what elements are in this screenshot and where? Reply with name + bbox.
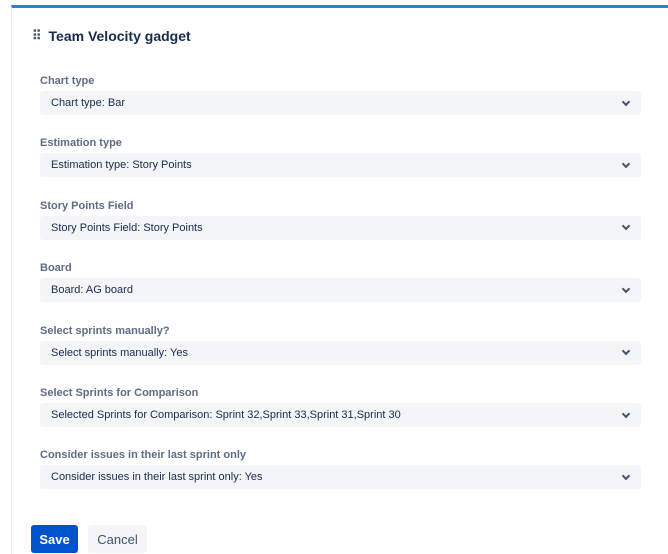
select-value: Selected Sprints for Comparison: Sprint … — [51, 409, 401, 421]
field-select[interactable]: Consider issues in their last sprint onl… — [40, 465, 641, 490]
chevron-down-icon — [621, 284, 631, 293]
field-select[interactable]: Estimation type: Story Points — [40, 153, 641, 178]
save-button[interactable]: Save — [31, 525, 78, 553]
field-select[interactable]: Story Points Field: Story Points — [40, 215, 641, 240]
field-select[interactable]: Chart type: Bar — [40, 91, 641, 115]
gadget-header: ⠿ Team Velocity gadget — [32, 28, 191, 44]
form-field: Board Board: AG board — [40, 261, 641, 303]
chevron-down-icon — [621, 159, 631, 169]
field-label: Consider issues in their last sprint onl… — [40, 449, 246, 462]
field-label: Chart type — [40, 75, 95, 87]
field-label: Estimation type — [40, 137, 122, 150]
select-value: Chart type: Bar — [51, 97, 125, 109]
form-field: Select Sprints for Comparison Selected S… — [40, 386, 641, 427]
chevron-down-icon — [621, 346, 631, 356]
chevron-down-icon — [621, 409, 631, 418]
select-value: Estimation type: Story Points — [51, 159, 192, 172]
field-select[interactable]: Selected Sprints for Comparison: Sprint … — [40, 403, 641, 427]
cancel-button[interactable]: Cancel — [88, 525, 147, 553]
field-label: Story Points Field — [40, 199, 134, 212]
form-field: Estimation type Estimation type: Story P… — [40, 136, 641, 178]
chevron-down-icon — [621, 471, 631, 481]
form-field: Story Points Field Story Points Field: S… — [40, 199, 641, 240]
gadget-title: Team Velocity gadget — [48, 28, 191, 44]
form-field: Consider issues in their last sprint onl… — [40, 448, 641, 490]
field-select[interactable]: Select sprints manually: Yes — [40, 340, 641, 365]
drag-handle-icon[interactable]: ⠿ — [32, 28, 41, 44]
field-label: Select sprints manually? — [40, 324, 170, 337]
select-value: Board: AG board — [51, 284, 133, 297]
select-value: Consider issues in their last sprint onl… — [51, 471, 263, 484]
select-value: Story Points Field: Story Points — [51, 221, 203, 234]
field-label: Select Sprints for Comparison — [40, 387, 199, 399]
field-label: Board — [40, 262, 72, 275]
gadget-config-panel: ⠿ Team Velocity gadget Chart type Chart … — [11, 5, 668, 554]
form-field: Select sprints manually? Select sprints … — [40, 324, 641, 365]
field-select[interactable]: Board: AG board — [40, 278, 641, 303]
select-value: Select sprints manually: Yes — [51, 346, 188, 359]
form-field: Chart type Chart type: Bar — [40, 74, 641, 115]
chevron-down-icon — [621, 97, 631, 106]
chevron-down-icon — [621, 222, 631, 231]
